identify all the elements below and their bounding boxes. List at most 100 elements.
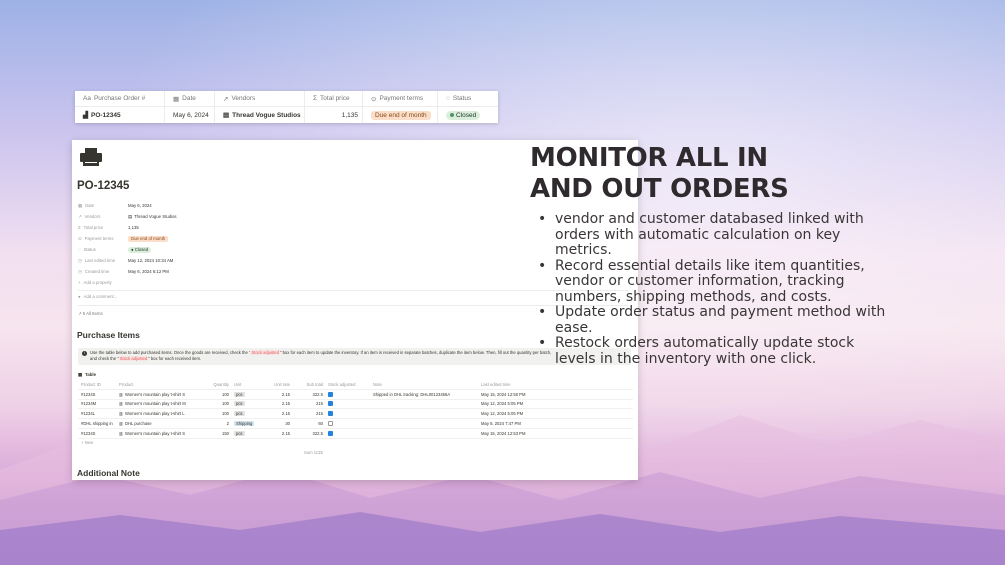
add-property-button[interactable]: + Add a property — [78, 277, 177, 288]
cell-product-id[interactable]: #1234L — [78, 411, 116, 416]
cell-sub-total[interactable]: 215 — [292, 411, 325, 416]
cell-quantity[interactable]: 150 — [198, 431, 231, 436]
cell-stock-adjusted[interactable] — [325, 411, 370, 417]
avatar-icon: ● — [78, 294, 81, 299]
strip-row[interactable]: ▟ PO-12345 May 6, 2024 ▤ Thread Vogue Stud… — [75, 107, 498, 123]
feature-item: vendor and customer databased linked wit… — [538, 211, 888, 259]
cell-unit[interactable]: Shipping — [231, 421, 259, 427]
cell-unit-rate[interactable]: 2.15 — [259, 392, 292, 397]
properties-list: ▦ Date May 6, 2024 ↗ Vendors ▤ Thread Vogue S… — [78, 200, 177, 288]
col-header[interactable]: Product — [116, 382, 198, 387]
cell-unit[interactable]: pcs — [231, 391, 259, 397]
new-row-button[interactable]: + New — [81, 440, 93, 445]
status-pill: ● Closed — [128, 246, 152, 253]
header-date[interactable]: ▦ Date — [165, 91, 215, 106]
feature-item: Record essential details like item quant… — [538, 258, 888, 306]
cell-last-edited: May 15, 2024 12:50 PM — [481, 391, 526, 397]
cell-stock-adjusted[interactable] — [325, 421, 370, 427]
cell-stock-adjusted[interactable] — [325, 391, 370, 397]
cell-product-id[interactable]: #1234S — [78, 392, 116, 397]
checkbox[interactable] — [328, 411, 333, 417]
table-row[interactable]: #1234S ▥ Women's mountain play t-shirt S 15… — [78, 429, 633, 439]
page-title: PO-12345 — [77, 180, 130, 192]
property-date[interactable]: ▦ Date May 6, 2024 — [78, 200, 177, 211]
cell-sub-total[interactable]: 322.5 — [292, 392, 325, 397]
cell-unit-rate[interactable]: 2.15 — [259, 401, 292, 406]
header-total[interactable]: Σ Total price — [305, 91, 363, 106]
add-comment-input[interactable]: ● Add a comment... — [78, 294, 117, 299]
cell-sub-total[interactable]: 215 — [292, 401, 325, 406]
unit-tag: pcs — [234, 430, 245, 436]
status-icon: ◌ — [78, 247, 81, 252]
cell-unit[interactable]: pcs — [231, 430, 259, 436]
table-row[interactable]: #1234M ▥ Women's mountain play t-shirt M 10… — [78, 400, 633, 410]
cell-quantity[interactable]: 100 — [198, 411, 231, 416]
col-header[interactable]: Quantity — [198, 382, 231, 387]
property-total[interactable]: Σ Total price 1,135 — [78, 222, 177, 233]
col-header[interactable]: Product ID — [78, 382, 116, 387]
cell-stock-adjusted[interactable] — [325, 401, 370, 407]
plus-icon: + — [78, 280, 81, 285]
col-header[interactable]: Stock adjusted — [325, 382, 370, 387]
formula-icon: Σ — [78, 225, 81, 230]
header-vendors[interactable]: ↗ Vendors — [215, 91, 305, 106]
table-row[interactable]: #DHL shipping in ▥ DHL purchase 2 Shipping 30… — [78, 419, 633, 429]
col-header[interactable]: Unit — [231, 382, 259, 387]
header-status[interactable]: ◌ Status — [438, 91, 498, 106]
cell-unit[interactable]: pcs — [231, 411, 259, 417]
cell-date[interactable]: May 6, 2024 — [165, 107, 215, 123]
checkbox[interactable] — [328, 421, 333, 427]
relation-icon: ↗ — [223, 95, 229, 103]
cell-po[interactable]: ▟ PO-12345 — [75, 107, 165, 123]
property-status[interactable]: ◌ Status ● Closed — [78, 244, 177, 255]
cell-unit-rate[interactable]: 2.15 — [259, 411, 292, 416]
table-view-tab[interactable]: ▦ Table — [78, 372, 96, 378]
cell-sub-total[interactable]: 60 — [292, 421, 325, 426]
cell-total[interactable]: 1,135 — [305, 107, 363, 123]
header-po[interactable]: Aa Purchase Order # — [75, 91, 165, 106]
property-terms[interactable]: ⊙ Payment terms Due end of month — [78, 233, 177, 244]
cell-note[interactable]: Shipped in DHL tracking: DHL00123456A — [370, 392, 478, 397]
formula-icon: Σ — [313, 95, 318, 102]
cell-product[interactable]: ▥ Women's mountain play t-shirt M — [116, 401, 198, 406]
cell-product-id[interactable]: #DHL shipping in — [78, 421, 116, 426]
cell-product[interactable]: ▥ Women's mountain play t-shirt S — [116, 431, 198, 436]
checkbox[interactable] — [328, 391, 333, 397]
cell-stock-adjusted[interactable] — [325, 430, 370, 436]
cell-terms[interactable]: Due end of month — [363, 107, 438, 123]
cell-product[interactable]: ▥ DHL purchase — [116, 421, 198, 426]
cell-quantity[interactable]: 2 — [198, 421, 231, 426]
calendar-icon: ▦ — [173, 95, 180, 103]
checkbox[interactable] — [328, 401, 333, 407]
col-header[interactable]: Last edited time — [478, 382, 578, 387]
property-created[interactable]: ◷ Created time May 6, 2024 6:12 PM — [78, 266, 177, 277]
table-row[interactable]: #1234S ▥ Women's mountain play t-shirt S 10… — [78, 390, 633, 400]
clock-icon: ◷ — [78, 268, 82, 274]
cell-status[interactable]: Closed — [438, 107, 498, 123]
cell-sub-total[interactable]: 322.5 — [292, 431, 325, 436]
status-pill: Closed — [446, 110, 481, 120]
cell-product[interactable]: ▥ Women's mountain play t-shirt S — [116, 392, 198, 397]
cell-unit-rate[interactable]: 2.15 — [259, 431, 292, 436]
cell-unit-rate[interactable]: 30 — [259, 421, 292, 426]
property-vendors[interactable]: ↗ Vendors ▤ Thread Vogue Studios — [78, 211, 177, 222]
col-header[interactable]: Note — [370, 382, 478, 387]
cell-product-id[interactable]: #1234M — [78, 401, 116, 406]
checkbox[interactable] — [328, 430, 333, 436]
cell-vendor[interactable]: ▤ Thread Vogue Studios — [215, 107, 305, 123]
section-heading-additional-note: Additional Note — [77, 468, 140, 478]
backlinks-link[interactable]: ↗ 5 All Items — [78, 311, 103, 317]
header-terms[interactable]: ⊙ Payment terms — [363, 91, 438, 106]
cell-quantity[interactable]: 100 — [198, 392, 231, 397]
status-dot-icon — [450, 113, 454, 117]
cell-unit[interactable]: pcs — [231, 401, 259, 407]
col-header[interactable]: Unit rate — [259, 382, 292, 387]
cell-product[interactable]: ▥ Women's mountain play t-shirt L — [116, 411, 198, 416]
cell-product-id[interactable]: #1234S — [78, 431, 116, 436]
property-last-edited[interactable]: ◷ Last edited time May 12, 2024 10:34 AM — [78, 255, 177, 266]
table-header: Product ID Product Quantity Unit Unit ra… — [78, 380, 633, 390]
table-row[interactable]: #1234L ▥ Women's mountain play t-shirt L 10… — [78, 409, 633, 420]
col-header[interactable]: Sub total — [292, 382, 325, 387]
cell-quantity[interactable]: 100 — [198, 401, 231, 406]
table-body: #1234S ▥ Women's mountain play t-shirt S 10… — [78, 390, 633, 439]
